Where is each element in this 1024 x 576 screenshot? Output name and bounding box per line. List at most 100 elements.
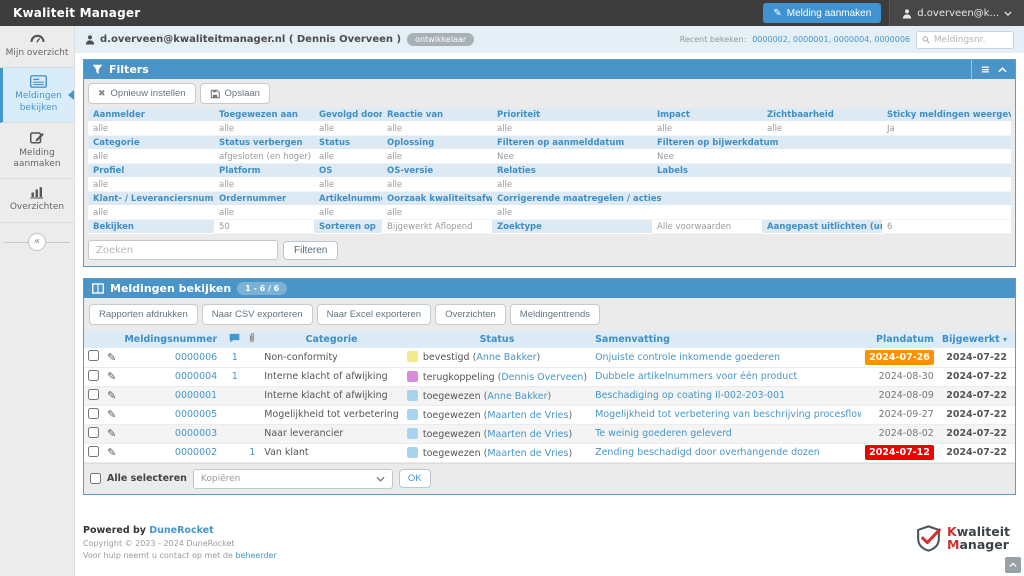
zoeken-input[interactable]	[88, 240, 278, 260]
filter-value-oorzaak[interactable]: alle	[382, 206, 492, 220]
filter-label-bekijken[interactable]: Bekijken	[88, 220, 214, 234]
filter-label-zoektype[interactable]: Zoektype	[492, 220, 652, 234]
column-plandatum[interactable]: Plandatum	[861, 331, 938, 348]
column-status[interactable]: Status	[403, 331, 591, 348]
filter-label-status[interactable]: Status	[314, 136, 382, 150]
row-checkbox[interactable]	[88, 408, 99, 419]
filter-value-oplossing[interactable]: alle	[382, 150, 492, 164]
melding-link[interactable]: 0000003	[175, 428, 217, 439]
filter-label-bijwerkdatum[interactable]: Filteren op bijwerkdatum	[652, 136, 1011, 150]
column-comments[interactable]	[225, 331, 244, 348]
filter-value-bijwerkdatum[interactable]: Nee	[652, 150, 1011, 164]
edit-icon[interactable]: ✎	[107, 446, 116, 459]
edit-icon[interactable]: ✎	[107, 351, 116, 364]
rapporten-afdrukken-button[interactable]: Rapporten afdrukken	[89, 304, 198, 325]
filter-label-gevolgd-door[interactable]: Gevolgd door	[314, 108, 382, 122]
filter-label-aanmelddatum[interactable]: Filteren op aanmelddatum	[492, 136, 652, 150]
assignee-link[interactable]: Maarten de Vries	[487, 448, 568, 459]
filter-value-relaties[interactable]: alle	[492, 178, 652, 192]
excel-export-button[interactable]: Naar Excel exporteren	[317, 304, 432, 325]
reset-filters-button[interactable]: ✖ Opnieuw instellen	[88, 83, 196, 104]
filter-label-reactie-van[interactable]: Reactie van	[382, 108, 492, 122]
filter-value-aanmelder[interactable]: alle	[88, 122, 214, 136]
meldingentrends-button[interactable]: Meldingentrends	[510, 304, 600, 325]
column-bijgewerkt[interactable]: Bijgewerkt ▾	[938, 331, 1015, 348]
filter-label-klantnummer[interactable]: Klant- / Leveranciersnummer	[88, 192, 214, 206]
filter-label-os-versie[interactable]: OS-versie	[382, 164, 492, 178]
dunerocket-link[interactable]: DuneRocket	[149, 525, 213, 536]
filter-value-impact[interactable]: alle	[652, 122, 762, 136]
assignee-link[interactable]: Maarten de Vries	[487, 410, 568, 421]
filter-label-platform[interactable]: Platform	[214, 164, 314, 178]
filter-value-bekijken[interactable]: 50	[214, 220, 314, 234]
row-checkbox[interactable]	[88, 446, 99, 457]
filter-value-prioriteit[interactable]: alle	[492, 122, 652, 136]
column-samenvatting[interactable]: Samenvatting	[591, 331, 861, 348]
filter-value-os-versie[interactable]: alle	[382, 178, 492, 192]
melding-link[interactable]: 0000006	[175, 352, 217, 363]
melding-link[interactable]: 0000004	[175, 371, 217, 382]
summary-link[interactable]: Zending beschadigd door overhangende doz…	[595, 447, 820, 458]
filter-label-artikelnummer[interactable]: Artikelnummer	[314, 192, 382, 206]
filter-value-os[interactable]: alle	[314, 178, 382, 192]
filter-label-categorie[interactable]: Categorie	[88, 136, 214, 150]
filter-label-prioriteit[interactable]: Prioriteit	[492, 108, 652, 122]
overzichten-button[interactable]: Overzichten	[435, 304, 506, 325]
filter-label-profiel[interactable]: Profiel	[88, 164, 214, 178]
filter-label-uitlichten[interactable]: Aangepast uitlichten (uren)	[762, 220, 882, 234]
summary-link[interactable]: Dubbele artikelnummers voor één product	[595, 371, 797, 382]
filter-label-impact[interactable]: Impact	[652, 108, 762, 122]
summary-link[interactable]: Beschadiging op coating Il-002-203-001	[595, 390, 785, 401]
edit-icon[interactable]: ✎	[107, 408, 116, 421]
collapse-sidebar-button[interactable]: «	[28, 233, 46, 251]
column-attachments[interactable]	[244, 331, 260, 348]
filter-value-profiel[interactable]: alle	[88, 178, 214, 192]
filter-value-zoektype[interactable]: Alle voorwaarden	[652, 220, 762, 234]
summary-link[interactable]: Onjuiste controle inkomende goederen	[595, 352, 780, 363]
user-menu[interactable]: d.overveen@k...	[889, 0, 1024, 26]
bulk-action-select[interactable]: Kopiëren	[193, 469, 393, 489]
melding-aanmaken-button[interactable]: ✎ Melding aanmaken	[763, 3, 881, 23]
panel-menu-icon[interactable]: ≡	[981, 63, 990, 76]
filter-value-zichtbaarheid[interactable]: alle	[762, 122, 882, 136]
filter-label-maatregelen[interactable]: Corrigerende maatregelen / acties	[492, 192, 1011, 206]
filteren-button[interactable]: Filteren	[283, 241, 338, 260]
filter-label-aanmelder[interactable]: Aanmelder	[88, 108, 214, 122]
sidebar-item-overzichten[interactable]: Overzichten	[0, 179, 74, 222]
column-meldingsnummer[interactable]: Meldingsnummer	[120, 331, 225, 348]
filter-label-oplossing[interactable]: Oplossing	[382, 136, 492, 150]
assignee-link[interactable]: Dennis Overveen	[501, 372, 583, 383]
filter-value-gevolgd-door[interactable]: alle	[314, 122, 382, 136]
edit-icon[interactable]: ✎	[107, 427, 116, 440]
filter-value-aanmelddatum[interactable]: Nee	[492, 150, 652, 164]
melding-link[interactable]: 0000002	[175, 447, 217, 458]
row-checkbox[interactable]	[88, 389, 99, 400]
filter-value-labels[interactable]	[652, 178, 1011, 192]
filter-label-ordernummer[interactable]: Ordernummer	[214, 192, 314, 206]
filter-value-maatregelen[interactable]: alle	[492, 206, 1011, 220]
filter-label-toegewezen-aan[interactable]: Toegewezen aan	[214, 108, 314, 122]
filter-label-relaties[interactable]: Relaties	[492, 164, 652, 178]
select-all-checkbox[interactable]	[90, 473, 101, 484]
filter-label-os[interactable]: OS	[314, 164, 382, 178]
summary-link[interactable]: Te weinig goederen geleverd	[595, 428, 732, 439]
row-checkbox[interactable]	[88, 370, 99, 381]
recent-viewed-links[interactable]: 0000002, 0000001, 0000004, 0000006	[752, 35, 910, 44]
edit-icon[interactable]: ✎	[107, 370, 116, 383]
filter-value-artikelnummer[interactable]: alle	[314, 206, 382, 220]
assignee-link[interactable]: Anne Bakker	[487, 391, 547, 402]
filter-label-zichtbaarheid[interactable]: Zichtbaarheid	[762, 108, 882, 122]
filter-label-sticky[interactable]: Sticky meldingen weergeven	[882, 108, 1011, 122]
csv-export-button[interactable]: Naar CSV exporteren	[202, 304, 313, 325]
filter-value-klantnummer[interactable]: alle	[88, 206, 214, 220]
beheerder-link[interactable]: beheerder	[235, 551, 276, 560]
row-checkbox[interactable]	[88, 350, 99, 361]
scroll-to-top-button[interactable]	[1005, 557, 1021, 573]
filter-value-status[interactable]: alle	[314, 150, 382, 164]
filter-value-uitlichten[interactable]: 6	[882, 220, 1011, 234]
assignee-link[interactable]: Maarten de Vries	[487, 429, 568, 440]
meldingsnr-search-input[interactable]	[934, 35, 1008, 45]
filter-value-ordernummer[interactable]: alle	[214, 206, 314, 220]
assignee-link[interactable]: Anne Bakker	[476, 352, 536, 363]
filter-value-platform[interactable]: alle	[214, 178, 314, 192]
